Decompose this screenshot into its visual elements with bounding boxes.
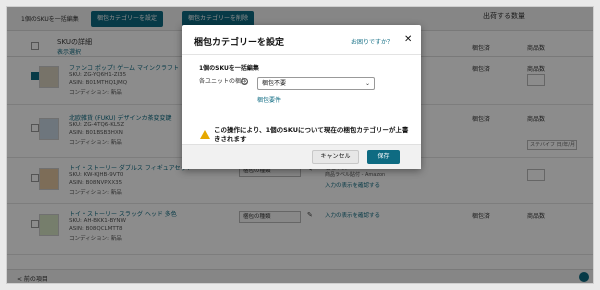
warning-icon [200,130,210,139]
chevron-down-icon: ⌄ [364,80,370,87]
close-icon[interactable]: ✕ [404,34,412,45]
set-prep-category-dialog: 梱包カテゴリーを設定 お困りですか？ ✕ 1個のSKUを一括編集 各ユニットの梱… [182,25,421,169]
overwrite-warning-text: この操作により、1個のSKUについて現在の梱包カテゴリーが上書きされます [214,126,409,143]
prep-category-select-value: 梱包不要 [262,80,287,87]
help-link[interactable]: お困りですか？ [351,37,393,46]
dialog-divider [182,54,421,55]
prep-requirements-link[interactable]: 梱包要件 [257,95,281,104]
dialog-title: 梱包カテゴリーを設定 [194,38,285,48]
app-frame: 1個のSKUを一括編集 梱包カテゴリーを設定 梱包カテゴリーを削除 出荷する数量… [6,6,594,284]
bulk-edit-heading: 1個のSKUを一括編集 [199,65,259,72]
save-button[interactable]: 保存 [367,150,400,164]
info-icon[interactable]: i [241,78,248,85]
cancel-button[interactable]: キャンセル [312,150,359,164]
prep-category-select[interactable]: 梱包不要 ⌄ [257,77,375,90]
